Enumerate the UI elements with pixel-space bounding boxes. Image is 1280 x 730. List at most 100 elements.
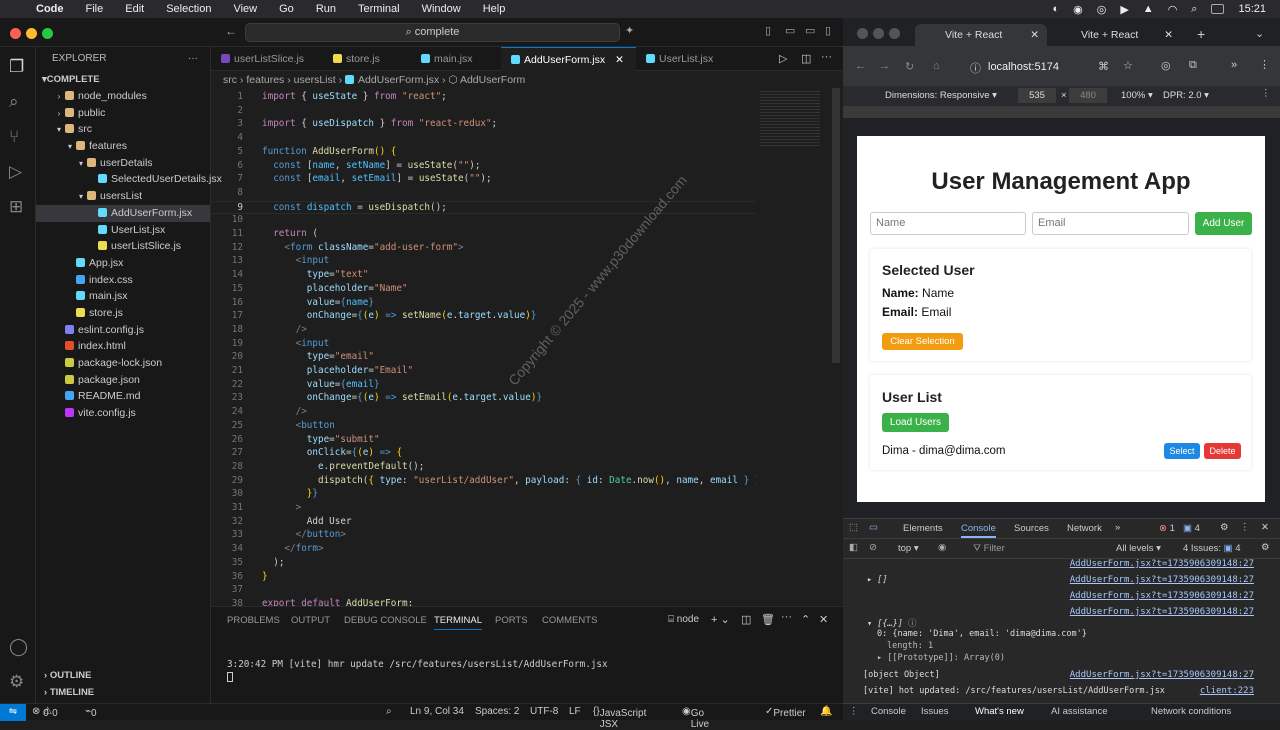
tab-ports[interactable]: PORTS (495, 615, 528, 626)
code-line[interactable]: 36} (211, 571, 756, 585)
panel-right-icon[interactable]: ▯ (825, 24, 831, 37)
delete-user-button[interactable]: Delete (1204, 443, 1241, 459)
browser-tab-1[interactable]: Vite + React ✕ (915, 24, 1047, 46)
drawer-tab-network-conditions[interactable]: Network conditions (1151, 706, 1231, 717)
close-window-icon[interactable] (10, 28, 21, 39)
select-user-button[interactable]: Select (1164, 443, 1200, 459)
tab-main[interactable]: main.jsx (411, 47, 501, 71)
tree-item[interactable]: ▾ userDetails (36, 155, 210, 172)
devtools-tab-elements[interactable]: Elements (903, 523, 943, 534)
code-line[interactable]: 4 (211, 132, 756, 146)
console-settings-icon[interactable]: ⚙ (1261, 542, 1270, 553)
device-width-input[interactable]: 535 (1018, 88, 1056, 103)
breadcrumb[interactable]: src › features › usersList › AddUserForm… (223, 74, 525, 86)
tree-item[interactable]: › public (36, 105, 210, 122)
dimensions-select[interactable]: Dimensions: Responsive ▾ (885, 90, 997, 101)
forward-icon[interactable]: → (879, 60, 890, 72)
code-line[interactable]: 6 const [name, setName] = useState(""); (211, 160, 756, 174)
settings-gear-icon[interactable]: ⚙ (9, 672, 24, 692)
drawer-tab-whats-new[interactable]: What's new (975, 706, 1024, 717)
tab-problems[interactable]: PROBLEMS (227, 615, 280, 626)
close-tab-icon[interactable]: ✕ (615, 54, 624, 66)
tab-terminal[interactable]: TERMINAL (434, 615, 483, 630)
status-icon-3[interactable]: ◎ (1097, 3, 1107, 16)
code-line[interactable]: 29 dispatch({ type: "userList/addUser", … (211, 475, 756, 489)
menu-file[interactable]: File (86, 3, 104, 15)
code-line[interactable]: 13 <input (211, 255, 756, 269)
go-live[interactable]: ◉ Go Live (682, 706, 709, 730)
live-expression-icon[interactable]: ◉ (938, 542, 946, 553)
console-source-link[interactable]: AddUserForm.jsx?t=1735906309148:27 (1070, 559, 1254, 569)
devtools-more-icon[interactable]: ⋮ (1240, 522, 1250, 533)
profile-icon[interactable]: » (1231, 59, 1237, 71)
zoom-select[interactable]: 100% ▾ (1121, 90, 1153, 101)
more-tabs-icon[interactable]: » (1115, 522, 1120, 533)
code-line[interactable]: 2 (211, 105, 756, 119)
code-line[interactable]: 31 > (211, 502, 756, 516)
remote-icon[interactable]: ⇋ (0, 704, 26, 721)
address-bar[interactable]: ⓘ localhost:5174 (958, 56, 1148, 78)
code-line[interactable]: 20 type="email" (211, 351, 756, 365)
code-line[interactable]: 1 import { useState } from "react"; (211, 91, 756, 105)
back-icon[interactable]: ← (855, 60, 866, 72)
tree-item[interactable]: SelectedUserDetails.jsx (36, 171, 222, 188)
devtools-close-icon[interactable]: ✕ (1261, 522, 1269, 533)
browser-tab-2[interactable]: Vite + React ✕ (1051, 24, 1181, 46)
email-input[interactable]: Email (1032, 212, 1189, 235)
code-line[interactable]: 16 value={name} (211, 297, 756, 311)
code-line[interactable]: 14 type="text" (211, 269, 756, 283)
code-line[interactable]: 11 return ( (211, 228, 756, 242)
console-item-0[interactable]: 0: {name: 'Dima', email: 'dima@dima.com'… (877, 629, 1087, 639)
console-source-link[interactable]: AddUserForm.jsx?t=1735906309148:27 (1070, 575, 1254, 585)
editor-more-icon[interactable]: ··· (821, 51, 832, 63)
code-line[interactable]: 27 onClick={(e) => { (211, 447, 756, 461)
new-tab-icon[interactable]: + (1197, 26, 1205, 42)
run-icon[interactable]: ▷ (779, 52, 787, 65)
devtools-tab-network[interactable]: Network (1067, 523, 1102, 534)
tree-item[interactable]: ▾ src (36, 121, 210, 138)
code-line[interactable]: 17 onChange={(e) => setName(e.target.val… (211, 310, 756, 324)
tab-close-icon[interactable]: ✕ (1030, 24, 1039, 46)
tree-item[interactable]: › node_modules (36, 88, 210, 105)
extension-icon[interactable]: ◎ (1161, 59, 1171, 72)
panel-left-icon[interactable]: ▭ (785, 24, 795, 37)
menu-run[interactable]: Run (316, 3, 336, 15)
code-line[interactable]: 18 /> (211, 324, 756, 338)
clear-selection-button[interactable]: Clear Selection (882, 333, 963, 350)
drawer-tab-issues[interactable]: Issues (921, 706, 948, 717)
site-info-icon[interactable]: ⓘ (970, 60, 981, 76)
zoom-window-icon[interactable] (42, 28, 53, 39)
issues-button[interactable]: 4 Issues: ▣ 4 (1183, 543, 1241, 554)
console-source-link[interactable]: AddUserForm.jsx?t=1735906309148:27 (1070, 591, 1254, 601)
code-line[interactable]: 25 <button (211, 420, 756, 434)
browser-minimize-icon[interactable] (873, 28, 884, 39)
layout-icon[interactable]: ▯ (765, 24, 771, 37)
code-line[interactable]: 34 </form> (211, 543, 756, 557)
devtools-tab-console[interactable]: Console (961, 523, 996, 538)
sidebar-toggle-icon[interactable]: ◧ (849, 542, 858, 553)
encoding[interactable]: UTF-8 (530, 706, 558, 717)
status-icon-5[interactable]: ▲ (1143, 3, 1154, 15)
panel-more-icon[interactable]: ··· (781, 611, 792, 623)
browser-zoom-icon[interactable] (889, 28, 900, 39)
console-array[interactable]: ▾ [{…}] ⓘ (867, 617, 916, 629)
message-count[interactable]: ▣ 4 (1183, 523, 1200, 534)
back-arrow-icon[interactable]: ← (225, 24, 237, 38)
devtools-settings-icon[interactable]: ⚙ (1220, 522, 1229, 533)
code-line[interactable]: 35 ); (211, 557, 756, 571)
status-icon-4[interactable]: ▶ (1120, 3, 1128, 16)
inspect-icon[interactable]: ⬚ (849, 522, 858, 533)
menu-edit[interactable]: Edit (125, 3, 144, 15)
console-source-link[interactable]: AddUserForm.jsx?t=1735906309148:27 (1070, 607, 1254, 617)
console-empty-array[interactable]: ▸ [] (867, 575, 888, 585)
tab-debug-console[interactable]: DEBUG CONSOLE (344, 615, 427, 626)
source-control-icon[interactable]: ⑂ (9, 127, 19, 147)
menu-window[interactable]: Window (422, 3, 461, 15)
indentation[interactable]: Spaces: 2 (475, 706, 519, 717)
maximize-panel-icon[interactable]: ⌃ (801, 613, 810, 626)
extensions-puzzle-icon[interactable]: ⧉ (1189, 59, 1197, 72)
error-count[interactable]: ⊗ 1 (1159, 523, 1175, 534)
control-center-icon[interactable] (1211, 4, 1225, 14)
tree-item[interactable]: package.json (36, 372, 210, 389)
drawer-more-icon[interactable]: ⋮ (849, 706, 859, 717)
